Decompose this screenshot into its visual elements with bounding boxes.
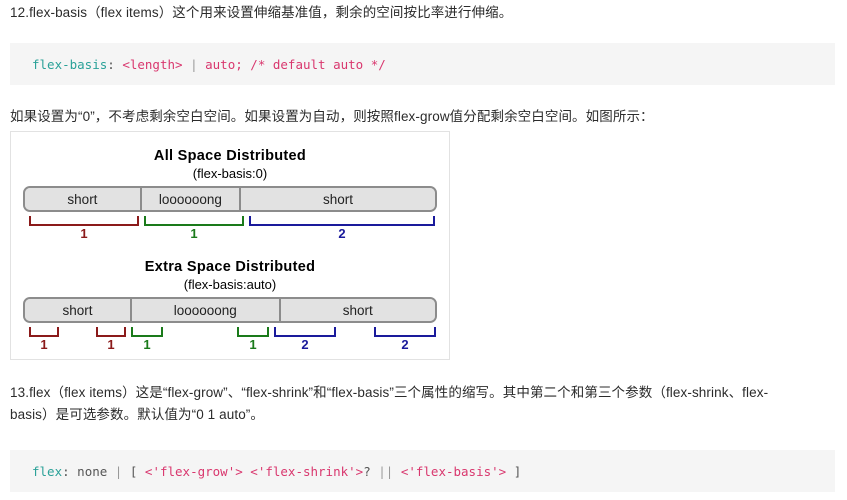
code-token-flex-basis: <'flex-basis'>: [400, 463, 507, 479]
measure-bracket-label: 2: [401, 337, 409, 352]
measure-bracket-label: 1: [107, 337, 115, 352]
measure-bracket-label: 2: [301, 337, 309, 352]
flex-item: loooooong: [131, 299, 281, 321]
code-token-flex-grow: <'flex-grow'>: [144, 463, 243, 479]
code-token-comment: /* default auto */: [250, 56, 386, 72]
figure-flex-basis-illustration: All Space Distributed (flex-basis:0) sho…: [10, 131, 450, 360]
code-token-bracket-close: ]: [506, 463, 522, 479]
measure-bracket: [374, 327, 436, 337]
diagram-subtitle: (flex-basis:auto): [183, 277, 277, 292]
measure-bracket: [274, 327, 336, 337]
measure-bracket: [29, 327, 59, 337]
code-token-optional: ?: [363, 463, 371, 479]
measure-bracket-label: 1: [249, 337, 257, 352]
diagram-extra-space-distributed: Extra Space Distributed (flex-basis:auto…: [11, 132, 449, 359]
paragraph-flex-shorthand-description: 13.flex（flex items）这是“flex-grow”、“flex-s…: [10, 385, 769, 422]
measure-bracket-label: 1: [40, 337, 48, 352]
measure-bracket-label: 1: [143, 337, 151, 352]
measure-bracket: [131, 327, 163, 337]
measure-bracket: [237, 327, 269, 337]
document-page: 12.flex-basis（flex items）这个用来设置伸缩基准值，剩余的…: [0, 0, 847, 500]
code-token-property: flex: [32, 463, 63, 479]
flex-item: short: [25, 299, 132, 321]
code-token-pipe: |: [182, 56, 206, 72]
diagram-title: Extra Space Distributed: [144, 259, 316, 275]
code-token-none: none: [77, 463, 108, 479]
flex-container-track: short loooooong short: [23, 297, 437, 323]
code-token-pipe: |: [107, 463, 130, 479]
code-block-flex-shorthand: flex: none | [ <'flex-grow'> <'flex-shri…: [10, 450, 835, 492]
code-token-bracket-open: [: [129, 463, 145, 479]
code-token-or: ||: [370, 463, 401, 479]
code-token-length: <length>: [122, 56, 183, 72]
paragraph-flex-basis-description: 12.flex-basis（flex items）这个用来设置伸缩基准值，剩余的…: [10, 5, 513, 20]
code-block-flex-basis: flex-basis: <length> | auto; /* default …: [10, 43, 835, 85]
code-token-property: flex-basis: [32, 56, 108, 72]
code-token-colon: :: [62, 463, 78, 479]
flex-item: short: [280, 299, 435, 321]
paragraph-flex-basis-note: 如果设置为“0”，不考虑剩余空白空间。如果设置为自动，则按照flex-grow值…: [10, 109, 654, 124]
measure-bracket: [96, 327, 126, 337]
code-token-flex-shrink: <'flex-shrink'>: [250, 463, 364, 479]
code-token-colon: :: [107, 56, 123, 72]
code-token-auto: auto;: [205, 56, 243, 72]
